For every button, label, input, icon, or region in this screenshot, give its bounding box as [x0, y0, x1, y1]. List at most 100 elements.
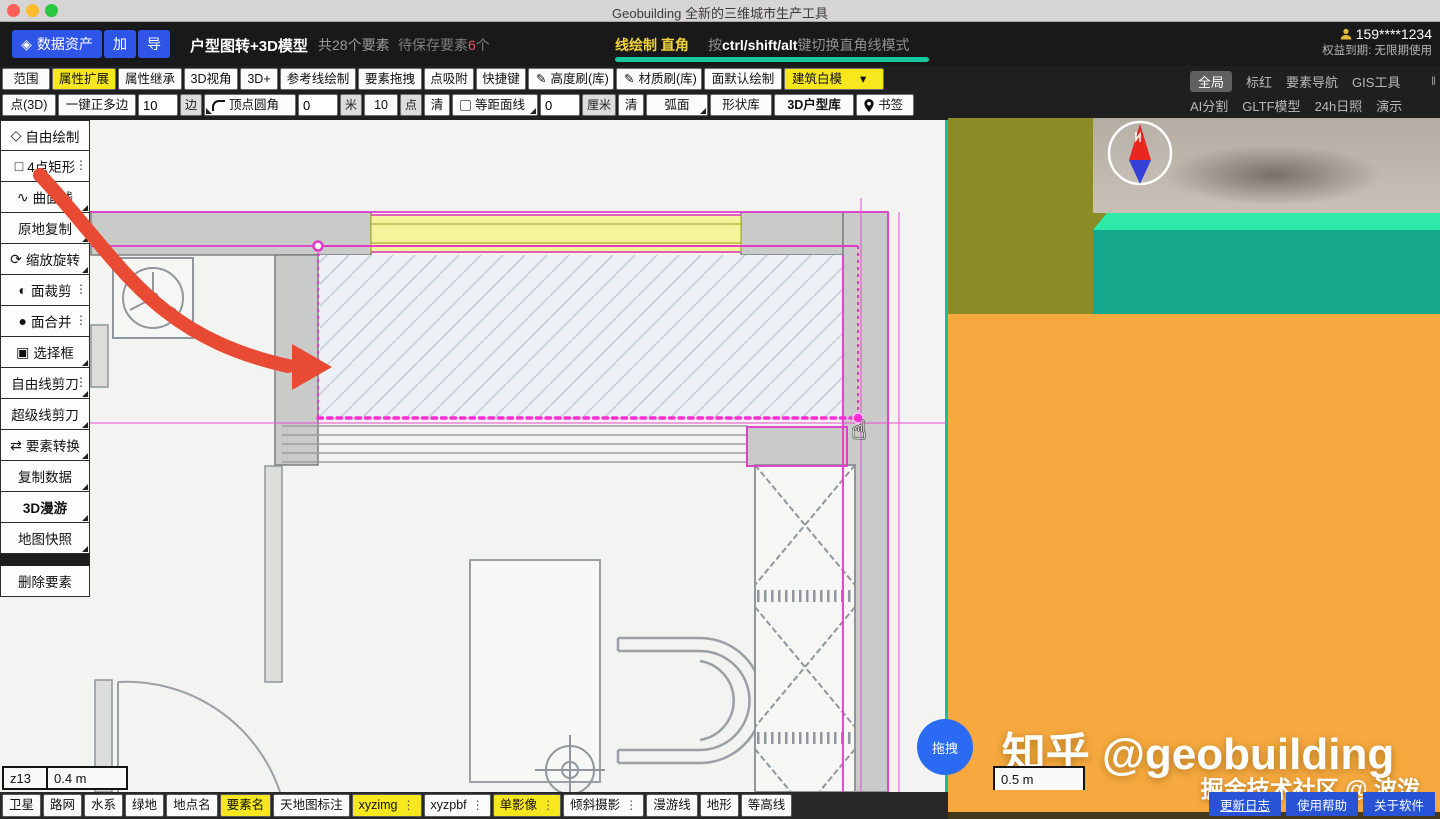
polygon-sides-input[interactable] — [138, 94, 178, 116]
help-button[interactable]: 使用帮助 — [1285, 792, 1358, 816]
panel-divider[interactable] — [945, 120, 948, 792]
tool-reference-line[interactable]: 参考线绘制 — [280, 68, 356, 90]
more-options-icon[interactable]: ⋮ — [75, 313, 87, 327]
tool-label: 点(3D) — [10, 98, 48, 112]
layer-element-names[interactable]: 要素名 — [219, 794, 272, 817]
fillet-points-value[interactable]: 10 — [364, 94, 399, 116]
tool-arc-face[interactable]: 弧面 — [646, 94, 709, 116]
add-button[interactable]: 加 — [104, 30, 136, 58]
compass-icon[interactable] — [1105, 118, 1175, 188]
pause-icon[interactable]: ‖ — [1431, 74, 1436, 88]
viewer-tab-24h-sun[interactable]: 24h日照 — [1315, 96, 1363, 115]
sidebar-item-scale-rotate[interactable]: ⟳ 缩放旋转 — [0, 244, 90, 275]
sidebar-item-map-snapshot[interactable]: 地图快照 — [0, 523, 90, 554]
more-options-icon[interactable]: ⋮ — [75, 375, 87, 389]
changelog-button[interactable]: 更新日志 — [1208, 792, 1281, 816]
tool-3d-plus[interactable]: 3D+ — [240, 68, 278, 90]
viewer-tab-global[interactable]: 全局 — [1190, 70, 1233, 92]
tool-face-default-draw[interactable]: 面默认绘制 — [704, 68, 782, 90]
layer-terrain[interactable]: 地形 — [699, 794, 739, 817]
sidebar-label: 3D漫游 — [22, 501, 68, 516]
more-options-icon[interactable]: ⋮ — [403, 795, 415, 816]
wall-left-vertical — [274, 254, 319, 466]
sidebar-item-delete-element[interactable]: 删除要素 — [0, 566, 90, 597]
sidebar-item-copy-in-place[interactable]: 原地复制 — [0, 213, 90, 244]
titlebar: Geobuilding 全新的三维城市生产工具 — [0, 0, 1440, 22]
more-options-icon[interactable]: ⋮ — [625, 795, 637, 816]
layer-xyzimg[interactable]: xyzimg ⋮ — [351, 794, 422, 817]
layer-oblique-photo[interactable]: 倾斜摄影 ⋮ — [563, 794, 645, 817]
clear-equidistant-button[interactable]: 清 — [618, 94, 645, 116]
sidebar-item-select-box[interactable]: ▣ 选择框 — [0, 337, 90, 368]
layer-roads[interactable]: 路网 — [43, 794, 83, 817]
more-options-icon[interactable]: ⋮ — [75, 282, 87, 296]
sidebar-item-copy-data[interactable]: 复制数据 — [0, 461, 90, 492]
equidistant-input[interactable] — [540, 94, 581, 116]
pentagon-icon: ◇ — [10, 127, 22, 143]
toolbar-row-2: 点(3D) 一键正多边 边 顶点圆角 米 10 点 清 等距面线 厘米 清 弧面… — [2, 92, 915, 118]
selection-handle-topleft[interactable] — [312, 240, 324, 252]
tool-material-brush[interactable]: ✎ 材质刷(库) — [616, 68, 702, 90]
building-white-model-dropdown[interactable]: 建筑白模 ▾ — [784, 68, 884, 90]
more-options-icon[interactable]: ⋮ — [542, 795, 554, 816]
tool-vertex-fillet[interactable]: 顶点圆角 — [204, 94, 297, 116]
tool-equidistant-face-line[interactable]: 等距面线 — [452, 94, 539, 116]
layer-xyzpbf[interactable]: xyzpbf ⋮ — [423, 794, 491, 817]
tool-regular-polygon[interactable]: 一键正多边 — [58, 94, 136, 116]
sidebar-label: 4点矩形 — [27, 160, 76, 175]
drag-handle-button[interactable]: 拖拽 — [917, 719, 973, 775]
more-options-icon[interactable]: ⋮ — [472, 795, 484, 816]
floorplan-canvas[interactable]: ☝ z13 0.4 m — [0, 120, 945, 792]
sidebar-item-free-draw[interactable]: ◇ 自由绘制 — [0, 120, 90, 151]
layer-single-image[interactable]: 单影像 ⋮ — [492, 794, 562, 817]
viewer-tab-element-nav[interactable]: 要素导航 — [1286, 72, 1338, 91]
about-button[interactable]: 关于软件 — [1362, 792, 1435, 816]
layer-satellite[interactable]: 卫星 — [2, 794, 42, 817]
hatched-selection-area[interactable] — [320, 255, 843, 417]
tool-shape-library[interactable]: 形状库 — [710, 94, 773, 116]
sidebar-label: 要素转换 — [25, 439, 80, 454]
tool-point-3d[interactable]: 点(3D) — [2, 94, 56, 116]
sidebar-item-free-line-scissors[interactable]: 自由线剪刀 ⋮ — [0, 368, 90, 399]
layer-place-names[interactable]: 地点名 — [166, 794, 218, 817]
viewer-tab-ai-split[interactable]: AI分割 — [1190, 96, 1228, 115]
tool-height-brush[interactable]: ✎ 高度刷(库) — [528, 68, 614, 90]
tool-range[interactable]: 范围 — [2, 68, 50, 90]
fillet-radius-input[interactable] — [298, 94, 339, 116]
sidebar-item-curve-line[interactable]: ∿ 曲面线 — [0, 182, 90, 213]
tool-attribute-inherit[interactable]: 属性继承 — [118, 68, 182, 90]
more-options-icon[interactable]: ⋮ — [75, 158, 87, 172]
sidebar-item-4pt-rect[interactable]: □ 4点矩形 ⋮ — [0, 151, 90, 182]
tool-element-drag[interactable]: 要素拖拽 — [358, 68, 422, 90]
tool-bookmark[interactable]: 书签 — [856, 94, 915, 116]
sidebar-item-face-merge[interactable]: ● 面合并 ⋮ — [0, 306, 90, 337]
layer-roam-line[interactable]: 漫游线 — [646, 794, 698, 817]
layer-green[interactable]: 绿地 — [125, 794, 165, 817]
tool-3d-view[interactable]: 3D视角 — [184, 68, 238, 90]
viewer-tab-demo[interactable]: 演示 — [1376, 96, 1402, 115]
data-asset-button[interactable]: ◈ 数据资产 — [12, 30, 102, 58]
sidebar-item-super-line-scissors[interactable]: 超级线剪刀 — [0, 399, 90, 430]
clear-fillet-button[interactable]: 清 — [424, 94, 451, 116]
viewer-3d[interactable]: 知乎 @geobuilding 掘金技术社区 @ 波泼 0.5 m 更新日志 使… — [948, 118, 1440, 819]
export-button[interactable]: 导 — [138, 30, 170, 58]
sidebar-item-element-convert[interactable]: ⇄ 要素转换 — [0, 430, 90, 461]
viewer-tab-gis-tools[interactable]: GIS工具 — [1352, 72, 1400, 91]
layer-label: 要素名 — [226, 798, 265, 812]
building-teal-face — [1093, 230, 1440, 314]
layer-water[interactable]: 水系 — [84, 794, 124, 817]
layer-contour[interactable]: 等高线 — [740, 794, 793, 817]
layer-tianditu-labels[interactable]: 天地图标注 — [273, 794, 350, 817]
tool-label: 书签 — [878, 98, 904, 112]
viewer-tab-mark-red[interactable]: 标红 — [1246, 72, 1272, 91]
button-label: 更新日志 — [1219, 798, 1270, 813]
tool-attribute-extend[interactable]: 属性扩展 — [52, 68, 116, 90]
curve-icon: ∿ — [16, 188, 29, 205]
tool-shortcuts[interactable]: 快捷键 — [476, 68, 526, 90]
tool-point-snap[interactable]: 点吸附 — [424, 68, 474, 90]
tool-3d-house-library[interactable]: 3D户型库 — [774, 94, 855, 116]
checkbox-icon[interactable] — [460, 99, 472, 111]
sidebar-item-face-clip[interactable]: ◐ 面裁剪 ⋮ — [0, 275, 90, 306]
viewer-tab-gltf-model[interactable]: GLTF模型 — [1242, 96, 1300, 115]
sidebar-item-3d-roam[interactable]: 3D漫游 — [0, 492, 90, 523]
